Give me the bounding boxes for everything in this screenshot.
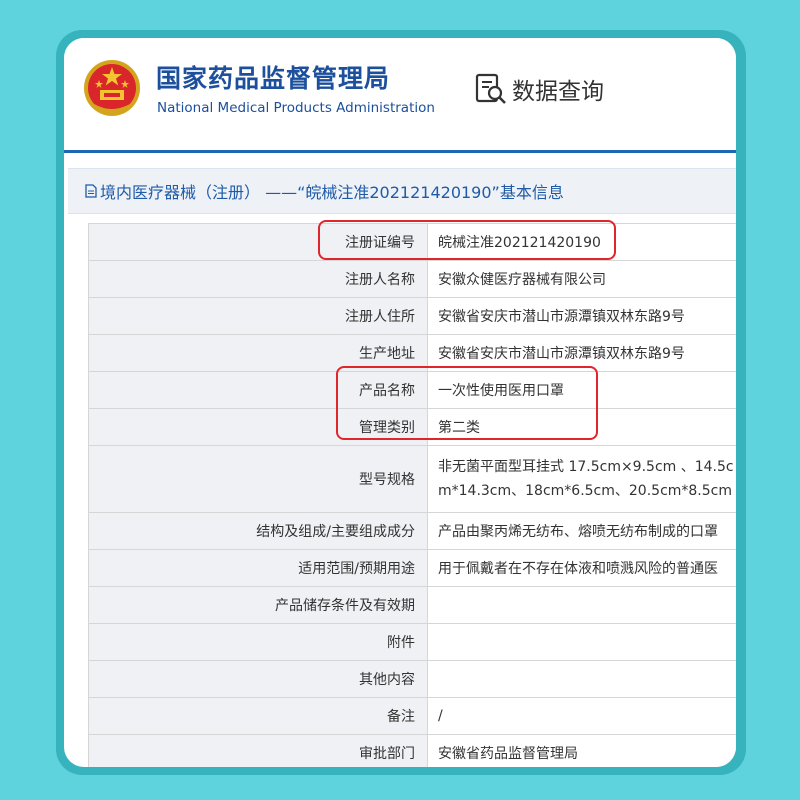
row-value: 安徽省药品监督管理局 <box>428 735 736 767</box>
table-row: 结构及组成/主要组成成分 产品由聚丙烯无纺布、熔喷无纺布制成的口罩 <box>88 513 736 550</box>
row-value <box>428 661 736 697</box>
row-value: 安徽众健医疗器械有限公司 <box>428 261 736 297</box>
document-icon <box>85 184 97 198</box>
row-label: 备注 <box>88 698 428 734</box>
highlight-box-product-info <box>336 366 598 440</box>
row-label: 产品储存条件及有效期 <box>88 587 428 623</box>
row-value: / <box>428 698 736 734</box>
row-label: 结构及组成/主要组成成分 <box>88 513 428 549</box>
national-emblem-icon <box>84 60 140 116</box>
page-card: 国家药品监督管理局 National Medical Products Admi… <box>64 38 736 767</box>
table-row: 审批部门 安徽省药品监督管理局 <box>88 735 736 767</box>
table-row: 产品储存条件及有效期 <box>88 587 736 624</box>
table-row: 其他内容 <box>88 661 736 698</box>
row-label: 其他内容 <box>88 661 428 697</box>
row-value-line-1: 非无菌平面型耳挂式 17.5cm×9.5cm 、14.5c <box>438 459 734 475</box>
breadcrumb-title: 境内医疗器械（注册） ——“皖械注准202121420190”基本信息 <box>100 183 564 202</box>
data-query-label: 数据查询 <box>512 79 604 105</box>
data-query-icon <box>475 73 506 104</box>
site-header: 国家药品监督管理局 National Medical Products Admi… <box>64 38 736 150</box>
table-row: 注册人名称 安徽众健医疗器械有限公司 <box>88 261 736 298</box>
row-label: 审批部门 <box>88 735 428 767</box>
org-name-en: National Medical Products Administration <box>157 100 435 116</box>
row-value: 用于佩戴者在不存在体液和喷溅风险的普通医 <box>428 550 736 586</box>
highlight-box-registration-number <box>318 220 616 260</box>
row-label: 注册人名称 <box>88 261 428 297</box>
table-row: 注册人住所 安徽省安庆市潜山市源潭镇双林东路9号 <box>88 298 736 335</box>
row-value: 产品由聚丙烯无纺布、熔喷无纺布制成的口罩 <box>428 513 736 549</box>
row-value <box>428 624 736 660</box>
row-value <box>428 587 736 623</box>
table-row: 型号规格 非无菌平面型耳挂式 17.5cm×9.5cm 、14.5c m*14.… <box>88 446 736 513</box>
row-label: 注册人住所 <box>88 298 428 334</box>
row-label: 适用范围/预期用途 <box>88 550 428 586</box>
row-value: 非无菌平面型耳挂式 17.5cm×9.5cm 、14.5c m*14.3cm、1… <box>428 446 736 512</box>
row-label: 附件 <box>88 624 428 660</box>
row-value-line-2: m*14.3cm、18cm*6.5cm、20.5cm*8.5cm <box>438 483 732 499</box>
table-row: 适用范围/预期用途 用于佩戴者在不存在体液和喷溅风险的普通医 <box>88 550 736 587</box>
breadcrumb: 境内医疗器械（注册） ——“皖械注准202121420190”基本信息 <box>68 168 736 214</box>
row-value: 安徽省安庆市潜山市源潭镇双林东路9号 <box>428 298 736 334</box>
data-query-link[interactable]: 数据查询 <box>474 72 604 106</box>
table-row: 附件 <box>88 624 736 661</box>
header-gap <box>64 153 736 163</box>
org-name-cn: 国家药品监督管理局 <box>156 64 391 93</box>
row-label: 型号规格 <box>88 446 428 512</box>
table-row: 备注 / <box>88 698 736 735</box>
info-table: 注册证编号 皖械注准202121420190 注册人名称 安徽众健医疗器械有限公… <box>88 223 736 767</box>
